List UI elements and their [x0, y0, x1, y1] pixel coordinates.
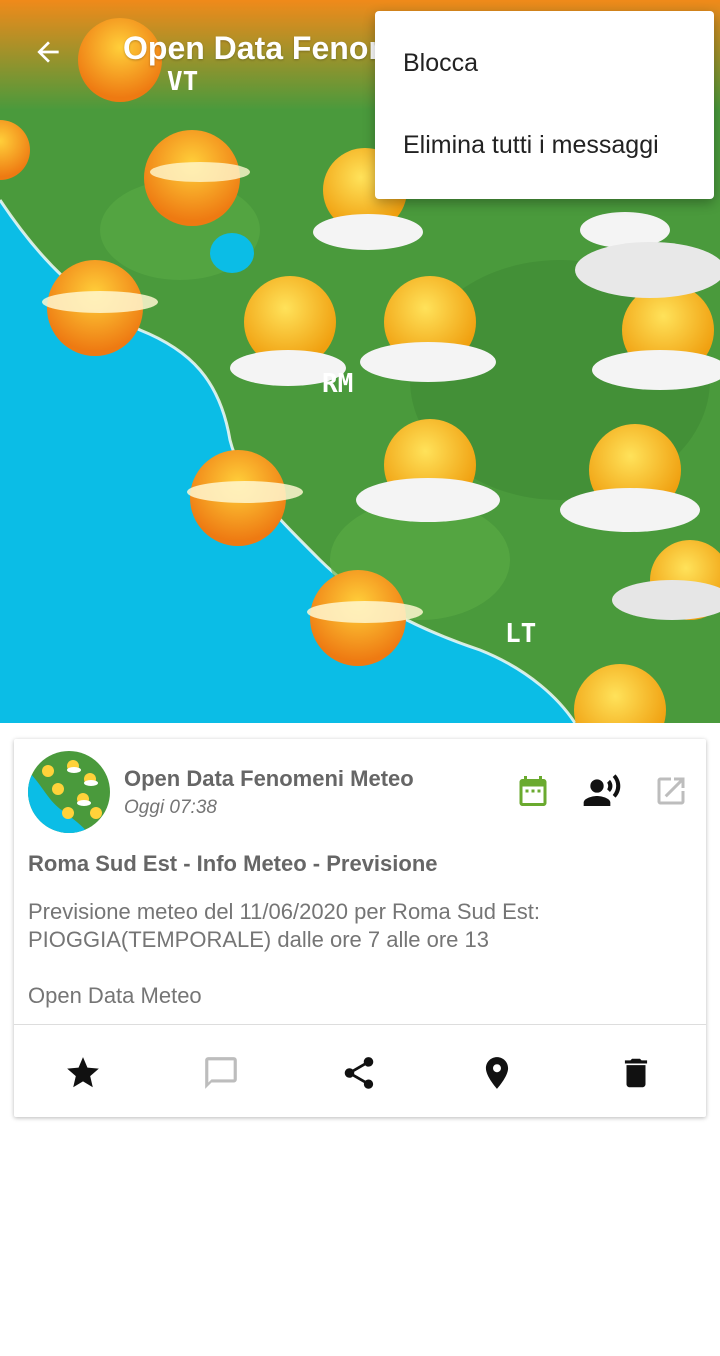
message-title: Roma Sud Est - Info Meteo - Previsione [28, 851, 438, 876]
share-button[interactable] [337, 1051, 381, 1095]
speak-icon [583, 774, 621, 806]
sender-name: Open Data Fenomeni Meteo [124, 766, 414, 791]
message-time: Oggi 07:38 [124, 797, 217, 818]
delete-icon [624, 1058, 648, 1088]
location-pin-icon [485, 1057, 509, 1089]
share-icon [344, 1057, 374, 1089]
menu-item-blocca[interactable]: Blocca [403, 49, 478, 78]
map-label-rm: RM [322, 369, 353, 399]
comment-button[interactable] [199, 1051, 243, 1095]
divider [14, 1024, 706, 1025]
map-label-lt: LT [505, 619, 536, 649]
calendar-button[interactable] [513, 771, 553, 811]
message-card: Open Data Fenomeni Meteo Oggi 07:38 Roma… [14, 739, 706, 1117]
sender-avatar-icon [28, 751, 110, 833]
favorite-button[interactable] [61, 1051, 105, 1095]
delete-button[interactable] [614, 1051, 658, 1095]
message-body: Previsione meteo del 11/06/2020 per Roma… [28, 899, 541, 952]
comment-icon [205, 1057, 237, 1089]
message-source: Open Data Meteo [28, 983, 202, 1008]
back-button[interactable] [24, 28, 72, 76]
avatar [28, 751, 110, 833]
overflow-menu: Blocca Elimina tutti i messaggi [375, 11, 714, 199]
menu-item-delete-all-messages[interactable]: Elimina tutti i messaggi [403, 131, 659, 160]
speak-button[interactable] [582, 771, 622, 811]
calendar-icon [519, 776, 547, 806]
location-button[interactable] [475, 1051, 519, 1095]
open-external-icon [657, 777, 685, 805]
open-external-button[interactable] [651, 771, 691, 811]
star-icon [67, 1057, 99, 1088]
arrow-left-icon [37, 41, 59, 63]
